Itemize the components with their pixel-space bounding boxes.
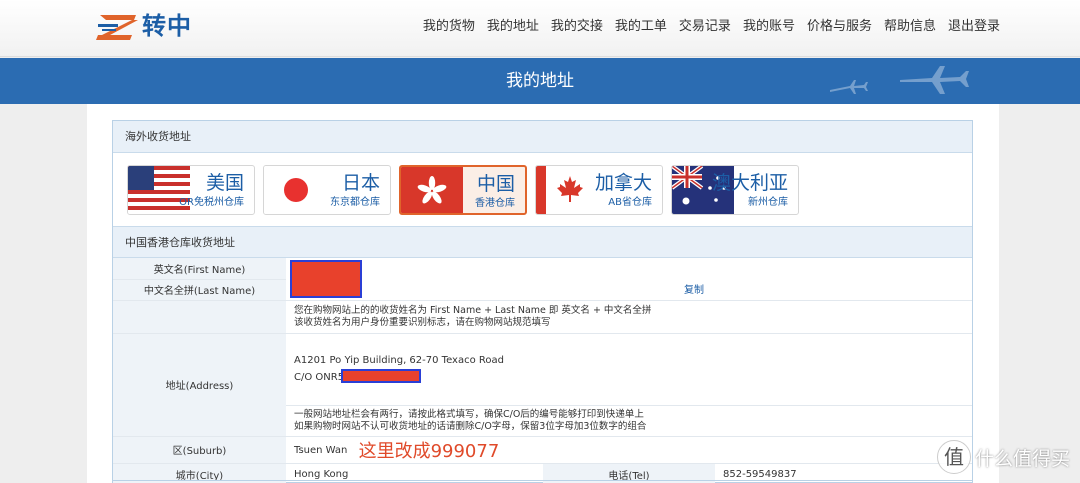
warehouse-australia[interactable]: 澳大利亚 新州仓库	[671, 165, 799, 215]
warehouse-canada[interactable]: 加拿大 AB省仓库	[535, 165, 663, 215]
japan-flag-icon	[264, 166, 326, 214]
nav-pricing[interactable]: 价格与服务	[807, 17, 872, 37]
redacted-code-block	[341, 369, 421, 383]
first-name-label: 英文名(First Name)	[113, 258, 286, 280]
warehouse-hongkong[interactable]: 中国 香港仓库	[399, 165, 527, 215]
nav-my-goods[interactable]: 我的货物	[423, 17, 475, 37]
address-note-line2: 如果购物时网站不认可收货地址的话请删除C/O字母，保留3位字母加3位数字的组合	[294, 420, 647, 432]
table-row: 地址(Address) A1201 Po Yip Building, 62-70…	[113, 333, 972, 437]
main-nav: 我的货物 我的地址 我的交接 我的工单 交易记录 我的账号 价格与服务 帮助信息…	[411, 17, 1000, 37]
top-header: 转中 我的货物 我的地址 我的交接 我的工单 交易记录 我的账号 价格与服务 帮…	[0, 0, 1080, 57]
copy-button[interactable]: 复制	[684, 281, 704, 296]
nav-my-account[interactable]: 我的账号	[743, 17, 795, 37]
suburb-label: 区(Suburb)	[113, 436, 286, 464]
warehouse-hongkong-name: 中国	[476, 173, 515, 195]
warehouse-australia-sub: 新州仓库	[748, 197, 788, 208]
address-table: 英文名(First Name) 复制 中文名全拼(Last Name) 您在购物…	[113, 258, 972, 483]
hk-address-heading: 中国香港仓库收货地址	[113, 226, 972, 258]
table-row: 您在购物网站上的的收货姓名为 First Name + Last Name 即 …	[113, 300, 972, 334]
watermark-text: 什么值得买	[974, 447, 1070, 470]
logo-z-icon	[96, 15, 138, 40]
nav-my-handover[interactable]: 我的交接	[551, 17, 603, 37]
table-row: 英文名(First Name) 复制	[113, 258, 972, 301]
address-note: 一般网站地址栏会有两行，请按此格式填写，确保C/O后的编号能够打印到快递单上 如…	[286, 405, 972, 437]
warehouse-australia-name: 澳大利亚	[711, 172, 788, 194]
address-line2-row: C/O ONR5	[294, 369, 972, 386]
overseas-address-heading: 海外收货地址	[113, 121, 972, 153]
suburb-value-cell: Tsuen Wan 这里改成999077	[286, 436, 972, 464]
watermark: 值 什么值得买	[936, 440, 1070, 474]
overseas-address-panel: 海外收货地址 美国 OR免税州仓库 日本 东京都仓库 中国 香港仓库 加拿大 A…	[112, 120, 973, 483]
warehouse-usa[interactable]: 美国 OR免税州仓库	[127, 165, 255, 215]
address-note-line1: 一般网站地址栏会有两行，请按此格式填写，确保C/O后的编号能够打印到快递单上	[294, 408, 644, 420]
main-content: 海外收货地址 美国 OR免税州仓库 日本 东京都仓库 中国 香港仓库 加拿大 A…	[87, 104, 999, 483]
warehouse-selector: 美国 OR免税州仓库 日本 东京都仓库 中国 香港仓库 加拿大 AB省仓库 澳大…	[127, 165, 807, 215]
last-name-label: 中文名全拼(Last Name)	[113, 279, 286, 301]
suburb-value: Tsuen Wan	[294, 444, 348, 456]
site-logo[interactable]: 转中	[96, 11, 206, 43]
address-value: A1201 Po Yip Building, 62-70 Texaco Road…	[286, 333, 972, 406]
warehouse-japan-name: 日本	[341, 172, 380, 194]
name-value-cell: 复制	[286, 258, 972, 301]
brand-name: 转中	[142, 12, 192, 40]
address-line2: C/O ONR5	[294, 372, 345, 383]
name-note: 您在购物网站上的的收货姓名为 First Name + Last Name 即 …	[286, 300, 972, 334]
nav-my-address[interactable]: 我的地址	[487, 17, 539, 37]
warehouse-usa-sub: OR免税州仓库	[179, 197, 244, 208]
suburb-annotation: 这里改成999077	[358, 440, 500, 462]
address-label: 地址(Address)	[113, 333, 286, 437]
hongkong-flag-icon	[401, 167, 463, 213]
page-title: 我的地址	[506, 71, 574, 91]
name-note-line2: 该收货姓名为用户身份重要识别标志，请在购物网站规范填写	[294, 316, 551, 328]
nav-my-tickets[interactable]: 我的工单	[615, 17, 667, 37]
redacted-name-block	[290, 260, 362, 298]
watermark-logo-icon: 值	[936, 440, 971, 474]
canada-flag-icon	[536, 166, 598, 214]
warehouse-hongkong-sub: 香港仓库	[475, 198, 515, 209]
name-note-line1: 您在购物网站上的的收货姓名为 First Name + Last Name 即 …	[294, 304, 652, 316]
warehouse-japan[interactable]: 日本 东京都仓库	[263, 165, 391, 215]
nav-help[interactable]: 帮助信息	[884, 17, 936, 37]
page-banner: 我的地址	[0, 58, 1080, 104]
address-line1: A1201 Po Yip Building, 62-70 Texaco Road	[294, 355, 504, 366]
warehouse-canada-sub: AB省仓库	[608, 197, 652, 208]
warehouse-japan-sub: 东京都仓库	[330, 197, 380, 208]
nav-logout[interactable]: 退出登录	[948, 17, 1000, 37]
table-row: 区(Suburb) Tsuen Wan 这里改成999077	[113, 436, 972, 464]
warehouse-canada-name: 加拿大	[594, 172, 652, 194]
warehouse-usa-name: 美国	[205, 172, 244, 194]
nav-transactions[interactable]: 交易记录	[679, 17, 731, 37]
